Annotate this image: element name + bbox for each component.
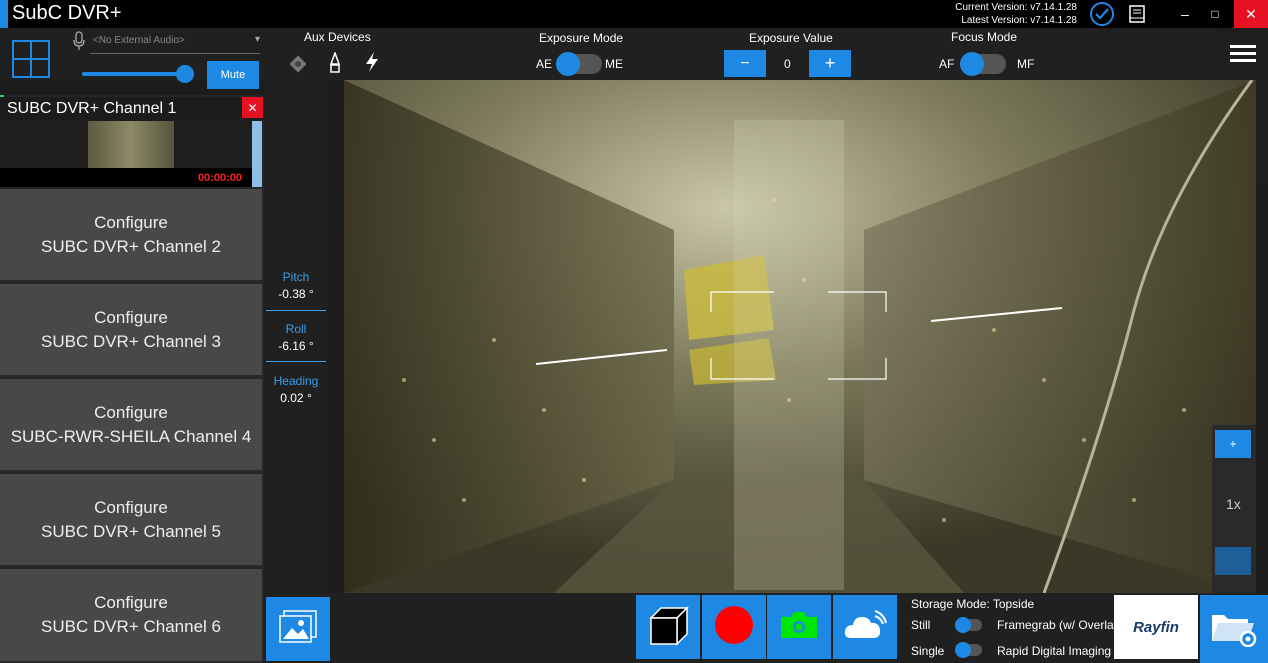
still-framegrab-toggle[interactable] [955, 617, 982, 633]
chevron-down-icon: ▾ [254, 34, 260, 45]
exposure-increase-button[interactable]: + [809, 50, 851, 77]
latest-version: Latest Version: v7.14.1.28 [961, 15, 1077, 26]
configure-channel-2-button[interactable]: Configure SUBC DVR+ Channel 2 [0, 189, 262, 282]
channel-list-scrollbar[interactable] [252, 121, 262, 187]
single-label: Single [911, 644, 945, 658]
exposure-decrease-button[interactable]: − [724, 50, 766, 77]
focus-mode-toggle[interactable] [960, 52, 1006, 76]
rayfin-logo: Rayfin [1114, 595, 1198, 659]
exposure-mode-ae: AE [536, 57, 553, 71]
configure-channel-5-button[interactable]: Configure SUBC DVR+ Channel 5 [0, 474, 262, 567]
maximize-button[interactable]: □ [1200, 0, 1230, 28]
configure-channel-4-button[interactable]: Configure SUBC-RWR-SHEILA Channel 4 [0, 379, 262, 472]
manual-book-icon[interactable] [1129, 5, 1145, 28]
storage-settings-button[interactable] [1200, 595, 1268, 663]
exposure-mode-me: ME [605, 57, 623, 71]
channel-name: SUBC-RWR-SHEILA Channel 4 [10, 426, 252, 446]
cube-icon [647, 604, 689, 651]
active-channel-name: SUBC DVR+ Channel 1 [7, 100, 177, 117]
single-rapid-toggle[interactable] [955, 642, 982, 658]
toggle-knob [955, 642, 971, 658]
pitch-readout: Pitch -0.38 ° [264, 270, 328, 301]
channel-name: SUBC DVR+ Channel 6 [40, 617, 221, 636]
audio-source-value: <No External Audio> [93, 35, 185, 46]
focus-mode-af: AF [939, 57, 955, 71]
telemetry-panel: Pitch -0.38 ° Roll -6.16 ° Heading 0.02 ° [264, 80, 328, 593]
snapshot-button[interactable] [767, 595, 831, 659]
recording-timer: 00:00:00 [198, 172, 243, 184]
cloud-upload-button[interactable] [833, 595, 897, 659]
channel-preview[interactable]: 00:00:00 [0, 121, 252, 187]
exposure-toggle-knob [556, 52, 580, 76]
app-title: SubC DVR+ [12, 2, 122, 24]
cloud-icon [843, 609, 887, 645]
exposure-value-label: Exposure Value [749, 31, 833, 45]
telemetry-divider [266, 310, 326, 311]
aux-flash-icon[interactable] [364, 51, 380, 78]
configure-channel-6-button[interactable]: Configure SUBC DVR+ Channel 6 [0, 569, 262, 663]
toggle-knob [955, 617, 971, 633]
roll-label: Roll [285, 322, 307, 336]
volume-slider-thumb[interactable] [176, 65, 194, 83]
heading-readout: Heading 0.02 ° [264, 374, 328, 405]
zoom-out-button[interactable] [1215, 547, 1251, 575]
aux-light-icon[interactable] [288, 54, 308, 79]
focus-mode-mf: MF [1017, 57, 1035, 71]
channel-name: SUBC DVR+ Channel 5 [40, 521, 221, 541]
configure-channel-3-button[interactable]: Configure SUBC DVR+ Channel 3 [0, 284, 262, 377]
configure-label: Configure [94, 212, 168, 232]
hamburger-menu-icon[interactable] [1230, 44, 1256, 69]
preview-thumbnail [88, 121, 174, 168]
heading-label: Heading [273, 374, 319, 388]
gallery-icon [279, 609, 317, 649]
title-bar: SubC DVR+ Current Version: v7.14.1.28 La… [0, 0, 1268, 28]
framegrab-label: Framegrab (w/ Overlay) [997, 618, 1124, 632]
update-check-icon[interactable] [1090, 2, 1114, 26]
record-button[interactable] [702, 595, 766, 659]
exposure-mode-label: Exposure Mode [539, 31, 624, 45]
zoom-level: 1x [1226, 496, 1241, 512]
channel-name: SUBC DVR+ Channel 2 [40, 236, 221, 256]
aux-laser-icon[interactable] [328, 50, 342, 79]
exposure-value: 0 [784, 57, 791, 71]
active-channel-header[interactable]: SUBC DVR+ Channel 1 ✕ [0, 97, 264, 121]
channel-name: SUBC DVR+ Channel 3 [40, 331, 221, 351]
rapid-imaging-label: Rapid Digital Imaging [997, 644, 1112, 658]
mute-button[interactable]: Mute [207, 61, 259, 89]
layout-grid-icon[interactable] [12, 40, 50, 83]
3d-view-button[interactable] [636, 595, 700, 659]
heading-value: 0.02 ° [280, 391, 312, 405]
configure-label: Configure [94, 593, 168, 612]
exposure-mode-toggle[interactable] [556, 52, 602, 76]
video-feed[interactable] [344, 80, 1256, 593]
audio-source-select[interactable]: <No External Audio> ▾ [90, 32, 260, 54]
telemetry-divider [266, 361, 326, 362]
rayfin-logo-text: Rayfin [1133, 618, 1179, 636]
title-accent [0, 0, 8, 28]
pitch-value: -0.38 ° [278, 287, 314, 301]
roll-value: -6.16 ° [278, 339, 314, 353]
minimize-button[interactable]: – [1170, 0, 1200, 28]
roll-readout: Roll -6.16 ° [264, 322, 328, 353]
current-version: Current Version: v7.14.1.28 [955, 2, 1077, 13]
close-channel-icon[interactable]: ✕ [242, 97, 263, 118]
aux-devices-label: Aux Devices [304, 30, 371, 44]
microphone-icon [72, 31, 86, 56]
pitch-label: Pitch [282, 270, 310, 284]
record-icon [714, 605, 754, 650]
zoom-in-button[interactable]: + [1215, 430, 1251, 458]
configure-label: Configure [94, 402, 168, 422]
still-label: Still [911, 618, 931, 632]
folder-settings-icon [1210, 607, 1258, 652]
focus-toggle-knob [960, 52, 984, 76]
focus-mode-label: Focus Mode [951, 30, 1018, 44]
camera-icon [779, 610, 819, 645]
configure-label: Configure [94, 497, 168, 517]
gallery-button[interactable] [266, 597, 330, 661]
configure-label: Configure [94, 307, 168, 327]
close-button[interactable]: ✕ [1234, 0, 1268, 28]
volume-slider[interactable] [82, 65, 194, 83]
storage-mode-label: Storage Mode: Topside [911, 597, 1035, 611]
